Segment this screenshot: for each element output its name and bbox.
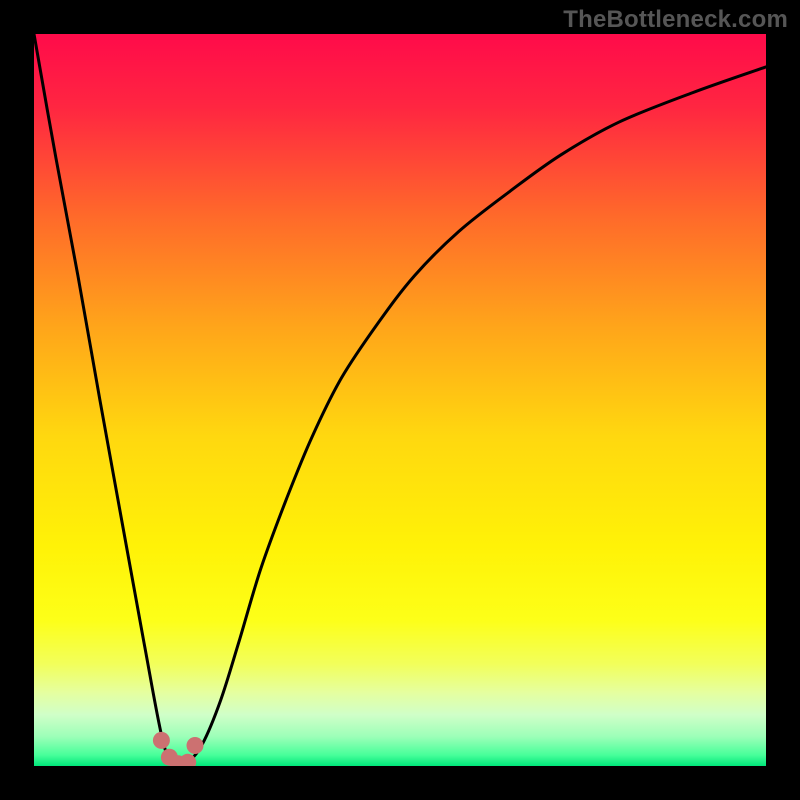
plot-area (34, 34, 766, 766)
valley-dots (153, 732, 204, 766)
watermark-text: TheBottleneck.com (563, 6, 788, 34)
bottleneck-curve (34, 34, 766, 766)
outer-frame: TheBottleneck.com (0, 0, 800, 800)
